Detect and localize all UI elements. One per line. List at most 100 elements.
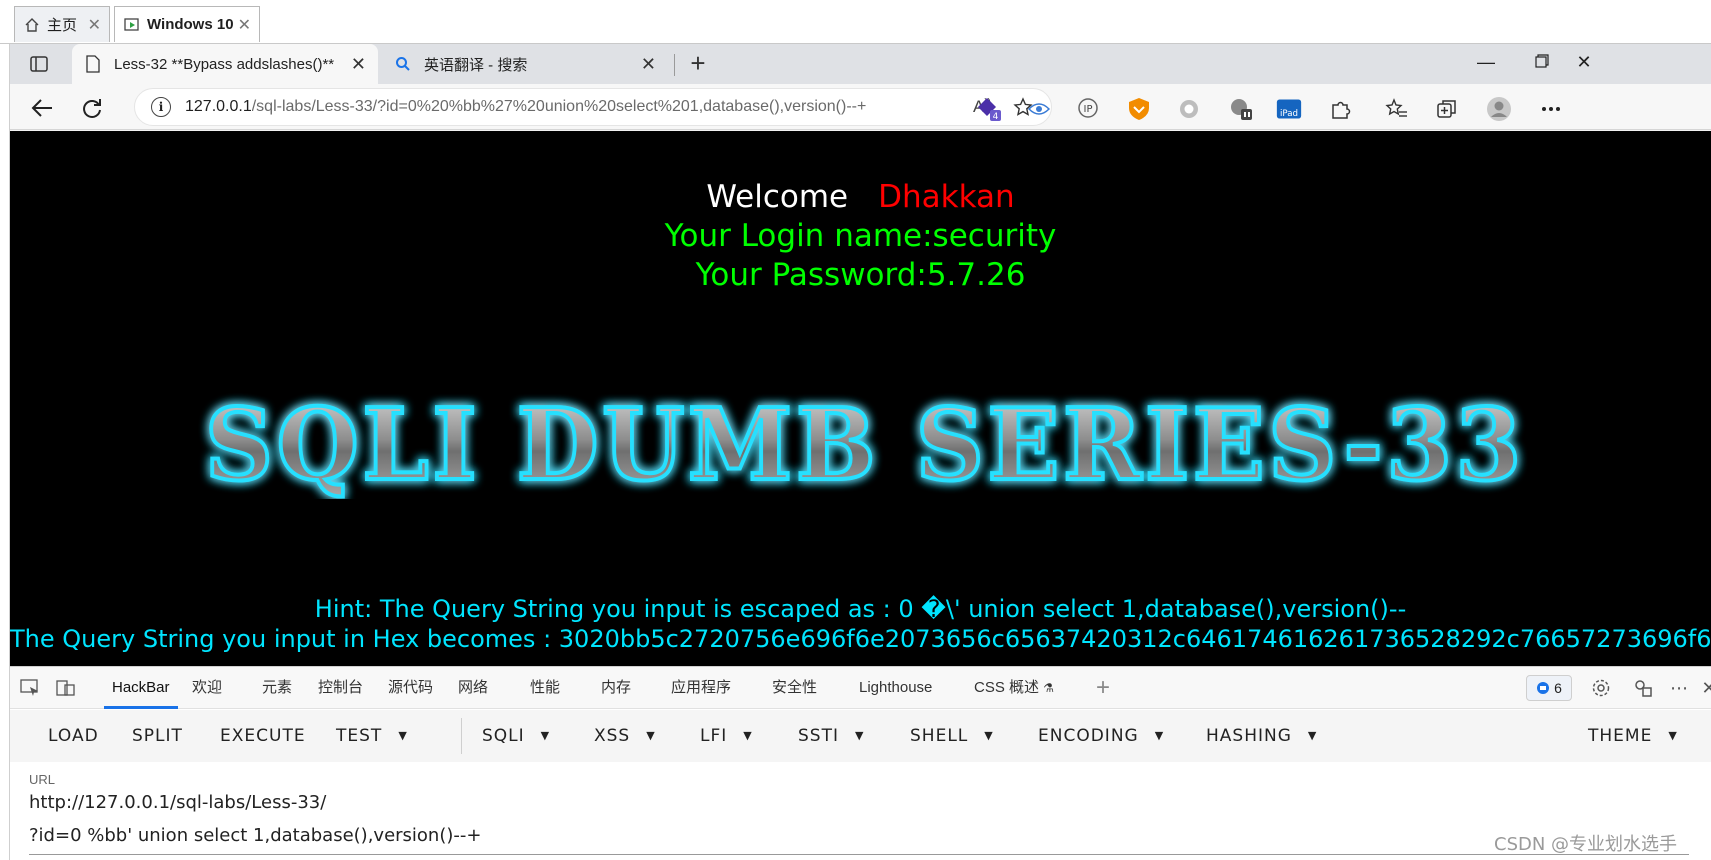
issues-icon	[1537, 682, 1550, 694]
browser-tab-active[interactable]: Less-32 **Bypass addslashes()** ✕	[72, 44, 378, 84]
hackbar-shell-menu[interactable]: SHELL ▼	[910, 710, 994, 762]
refresh-icon[interactable]	[78, 94, 106, 122]
tab-elements[interactable]: 元素	[262, 667, 292, 709]
host-side-strip	[0, 44, 10, 860]
more-icon[interactable]	[1538, 96, 1564, 122]
tab-network[interactable]: 网络	[458, 667, 488, 709]
site-info-icon[interactable]: i	[151, 97, 171, 117]
tab-css-overview-label: CSS 概述	[974, 679, 1040, 696]
search-icon	[394, 55, 412, 73]
inspect-icon[interactable]	[18, 677, 42, 699]
banner-text: SQLI DUMB SERIES-33	[205, 389, 1525, 499]
back-icon[interactable]	[28, 94, 56, 122]
ip-extension-icon[interactable]: IP	[1076, 96, 1102, 122]
address-bar[interactable]: i 127.0.0.1 /sql-labs/Less-33/?id=0%20%b…	[134, 88, 1052, 126]
hackbar-ssti-menu[interactable]: SSTI ▼	[798, 710, 864, 762]
host-tab-home[interactable]: 主页 ✕	[14, 6, 110, 42]
hackbar-menu-label: SQLI	[482, 726, 525, 746]
close-window-icon[interactable]: ✕	[1570, 52, 1598, 76]
tab-security[interactable]: 安全性	[772, 667, 817, 709]
circle-extension-icon[interactable]	[1176, 96, 1202, 122]
hackbar-lfi-menu[interactable]: LFI ▼	[700, 710, 753, 762]
device-toolbar-icon[interactable]	[54, 677, 78, 699]
ip-extension-label: IP	[1084, 104, 1093, 115]
settings-icon[interactable]	[1588, 677, 1614, 699]
hackbar-menu-label: LOAD	[48, 726, 99, 746]
hackbar-xss-menu[interactable]: XSS ▼	[594, 710, 656, 762]
hackbar-menu-label: EXECUTE	[220, 726, 306, 746]
hackbar-url-line2[interactable]: ?id=0 %bb' union select 1,database(),ver…	[29, 825, 481, 846]
hackbar-theme-menu[interactable]: THEME ▼	[1588, 710, 1678, 762]
close-tab-icon[interactable]: ✕	[641, 54, 656, 75]
extension-diamond-icon[interactable]: 4	[976, 96, 1002, 122]
devtools-more-icon[interactable]: ⋯	[1666, 677, 1692, 699]
hackbar-menu-label: HASHING	[1206, 726, 1292, 746]
hackbar-encoding-menu[interactable]: ENCODING ▼	[1038, 710, 1164, 762]
more-tabs-icon[interactable]: +	[1096, 667, 1110, 709]
new-tab-icon[interactable]: +	[684, 50, 712, 78]
browser-toolbar: i 127.0.0.1 /sql-labs/Less-33/?id=0%20%b…	[10, 84, 1711, 130]
favorites-icon[interactable]	[1384, 96, 1410, 122]
extension-badge: 4	[993, 112, 999, 122]
minimize-icon[interactable]: —	[1472, 52, 1500, 76]
tab-console[interactable]: 控制台	[318, 667, 363, 709]
tab-sources[interactable]: 源代码	[388, 667, 433, 709]
hackbar-split-button[interactable]: SPLIT	[132, 710, 183, 762]
csdn-watermark: CSDN @专业划水选手	[1494, 834, 1678, 855]
series-banner: SQLI DUMB SERIES-33	[203, 389, 1525, 499]
flask-icon: ⚗	[1043, 681, 1054, 695]
caret-down-icon: ▼	[646, 729, 656, 742]
tab-title: Less-32 **Bypass addslashes()**	[114, 55, 335, 73]
close-icon[interactable]: ✕	[238, 15, 251, 35]
hint-hex: The Query String you input in Hex become…	[10, 625, 1711, 653]
host-tab-bar: 主页 ✕ Windows 10 ✕	[0, 0, 1711, 44]
shield-extension-icon[interactable]	[1126, 96, 1152, 122]
hackbar-separator	[461, 718, 462, 754]
customize-icon[interactable]	[1630, 677, 1656, 699]
puzzle-icon[interactable]	[1328, 96, 1354, 122]
hackbar-execute-button[interactable]: EXECUTE	[220, 710, 306, 762]
hackbar-hashing-menu[interactable]: HASHING ▼	[1206, 710, 1317, 762]
page-viewport: Welcome Dhakkan Your Login name:security …	[10, 131, 1711, 666]
browser-tab-inactive[interactable]: 英语翻译 - 搜索 ✕	[382, 44, 668, 84]
hackbar-menu-label: THEME	[1588, 726, 1653, 746]
login-name-text: Your Login name:security	[664, 218, 1057, 254]
hackbar-test-menu[interactable]: TEST ▼	[336, 710, 408, 762]
host-tab-windows10[interactable]: Windows 10 ✕	[114, 6, 260, 42]
tab-lighthouse[interactable]: Lighthouse	[859, 667, 932, 709]
close-icon[interactable]: ✕	[88, 15, 101, 35]
collections-icon[interactable]	[1434, 96, 1460, 122]
profile-icon[interactable]	[1486, 96, 1512, 122]
translate-extension-icon[interactable]	[1228, 96, 1254, 122]
hackbar-load-button[interactable]: LOAD	[48, 710, 99, 762]
home-icon	[23, 16, 41, 34]
tab-welcome[interactable]: 欢迎	[192, 667, 222, 709]
tab-application[interactable]: 应用程序	[671, 667, 731, 709]
tab-memory[interactable]: 内存	[601, 667, 631, 709]
password-text: Your Password:5.7.26	[695, 257, 1026, 293]
hackbar-url-field[interactable]: URL http://127.0.0.1/sql-labs/Less-33/ ?…	[10, 762, 1711, 860]
hackbar-menu-label: ENCODING	[1038, 726, 1139, 746]
vm-icon	[123, 16, 141, 34]
welcome-user: Dhakkan	[878, 179, 1015, 215]
tab-actions-icon[interactable]	[26, 52, 52, 76]
eye-extension-icon[interactable]	[1026, 96, 1052, 122]
issues-badge[interactable]: 6	[1526, 675, 1572, 701]
tab-performance[interactable]: 性能	[530, 667, 560, 709]
close-tab-icon[interactable]: ✕	[351, 54, 366, 75]
tab-css-overview[interactable]: CSS 概述 ⚗	[974, 667, 1054, 709]
tab-hackbar[interactable]: HackBar	[104, 667, 178, 709]
address-host: 127.0.0.1	[185, 98, 252, 115]
restore-icon[interactable]	[1528, 52, 1556, 76]
ipad-extension-icon[interactable]: iPad	[1276, 96, 1302, 122]
devtools-close-icon[interactable]: ✕	[1696, 677, 1711, 699]
hackbar-menu-label: SPLIT	[132, 726, 183, 746]
hackbar-url-label: URL	[29, 772, 56, 787]
hackbar-sqli-menu[interactable]: SQLI ▼	[482, 710, 550, 762]
caret-down-icon: ▼	[1307, 729, 1318, 742]
hackbar-url-line1[interactable]: http://127.0.0.1/sql-labs/Less-33/	[29, 792, 326, 813]
caret-down-icon: ▼	[398, 729, 408, 742]
caret-down-icon: ▼	[743, 729, 753, 742]
hackbar-menu-label: SSTI	[798, 726, 839, 746]
hackbar-menu-label: SHELL	[910, 726, 969, 746]
